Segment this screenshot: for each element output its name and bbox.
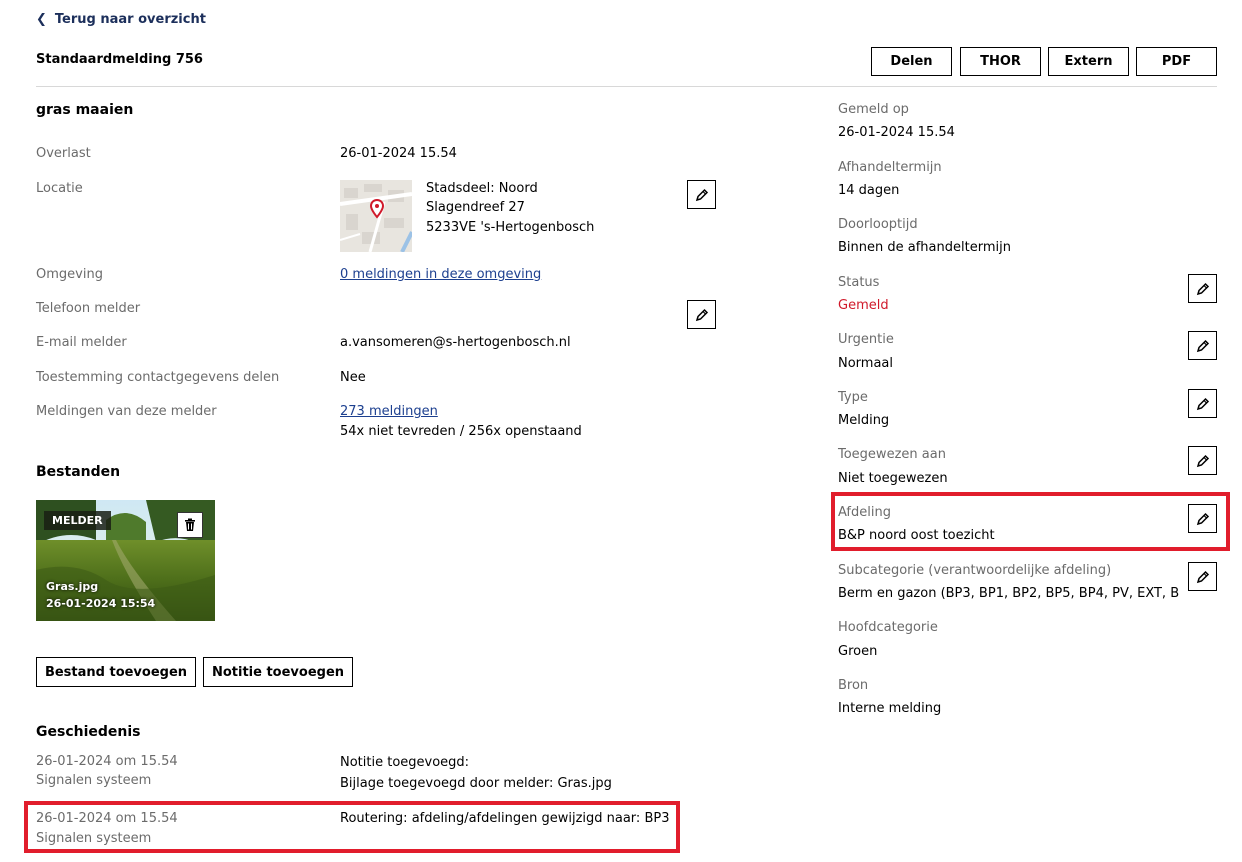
- bron-label: Bron: [838, 678, 869, 693]
- edit-type-button[interactable]: [1188, 389, 1217, 418]
- doorlooptijd-label: Doorlooptijd: [838, 217, 918, 232]
- urgentie-label: Urgentie: [838, 332, 894, 347]
- pencil-icon: [695, 188, 708, 201]
- edit-assignee-button[interactable]: [1188, 446, 1217, 475]
- back-link-label: Terug naar overzicht: [54, 12, 206, 27]
- pencil-icon: [695, 308, 708, 321]
- pencil-icon: [1196, 570, 1209, 583]
- location-district: Stadsdeel: Noord: [426, 181, 538, 196]
- pencil-icon: [1196, 339, 1209, 352]
- delete-file-button[interactable]: [177, 512, 203, 538]
- toestemming-label: Toestemming contactgegevens delen: [36, 370, 280, 385]
- bron-value: Interne melding: [838, 701, 942, 716]
- page-title: Standaardmelding 756: [36, 52, 203, 67]
- edit-subcategory-button[interactable]: [1188, 562, 1217, 591]
- thor-button[interactable]: THOR: [960, 47, 1041, 76]
- history-date: 26-01-2024 om 15.54: [36, 811, 178, 826]
- afhandeltermijn-label: Afhandeltermijn: [838, 160, 942, 175]
- omgeving-label: Omgeving: [36, 267, 103, 282]
- overlast-label: Overlast: [36, 146, 91, 161]
- chevron-left-icon: ❮: [36, 12, 47, 27]
- extern-button[interactable]: Extern: [1048, 47, 1129, 76]
- afdeling-value: B&P noord oost toezicht: [838, 528, 995, 543]
- location-city: 5233VE 's-Hertogenbosch: [426, 220, 595, 235]
- locatie-label: Locatie: [36, 181, 83, 196]
- location-map[interactable]: [340, 180, 412, 252]
- history-author: Signalen systeem: [36, 773, 152, 788]
- subcategorie-label: Subcategorie (verantwoordelijke afdeling…: [838, 563, 1112, 578]
- pencil-icon: [1196, 282, 1209, 295]
- edit-urgency-button[interactable]: [1188, 331, 1217, 360]
- telefoon-label: Telefoon melder: [36, 301, 141, 316]
- pencil-icon: [1196, 454, 1209, 467]
- type-value: Melding: [838, 413, 890, 428]
- overlast-value: 26-01-2024 15.54: [340, 146, 457, 161]
- bestanden-heading: Bestanden: [36, 464, 121, 480]
- edit-location-button[interactable]: [687, 180, 716, 209]
- share-button[interactable]: Delen: [871, 47, 952, 76]
- toegewezen-label: Toegewezen aan: [838, 447, 946, 462]
- file-date: 26-01-2024 15:54: [46, 597, 156, 610]
- pencil-icon: [1196, 512, 1209, 525]
- type-label: Type: [838, 390, 868, 405]
- email-label: E-mail melder: [36, 335, 127, 350]
- edit-department-button[interactable]: [1188, 504, 1217, 533]
- toestemming-value: Nee: [340, 370, 366, 385]
- history-action: Routering: afdeling/afdelingen gewijzigd…: [340, 811, 670, 826]
- header-divider: [36, 86, 1217, 87]
- omgeving-link[interactable]: 0 meldingen in deze omgeving: [340, 267, 541, 282]
- status-value: Gemeld: [838, 298, 889, 313]
- hoofdcategorie-label: Hoofdcategorie: [838, 620, 938, 635]
- toegewezen-value: Niet toegewezen: [838, 471, 948, 486]
- email-value: a.vansomeren@s-hertogenbosch.nl: [340, 335, 571, 350]
- afhandeltermijn-value: 14 dagen: [838, 183, 900, 198]
- history-detail: Bijlage toegevoegd door melder: Gras.jpg: [340, 776, 612, 791]
- history-action: Notitie toegevoegd:: [340, 755, 470, 770]
- subcategorie-value: Berm en gazon (BP3, BP1, BP2, BP5, BP4, …: [838, 586, 1180, 601]
- edit-phone-button[interactable]: [687, 300, 716, 329]
- meldingen-summary: 54x niet tevreden / 256x openstaand: [340, 424, 582, 439]
- file-source-badge: MELDER: [44, 511, 111, 530]
- afdeling-label: Afdeling: [838, 505, 891, 520]
- trash-icon: [185, 518, 195, 531]
- location-street: Slagendreef 27: [426, 200, 525, 215]
- status-label: Status: [838, 275, 880, 290]
- urgentie-value: Normaal: [838, 356, 894, 371]
- doorlooptijd-value: Binnen de afhandeltermijn: [838, 240, 1011, 255]
- back-link[interactable]: ❮ Terug naar overzicht: [36, 12, 206, 27]
- history-author: Signalen systeem: [36, 831, 152, 846]
- geschiedenis-heading: Geschiedenis: [36, 724, 141, 740]
- map-pin-icon: [370, 199, 384, 219]
- hoofdcategorie-value: Groen: [838, 644, 878, 659]
- add-note-button[interactable]: Notitie toevoegen: [203, 657, 353, 687]
- history-date: 26-01-2024 om 15.54: [36, 754, 178, 769]
- edit-status-button[interactable]: [1188, 274, 1217, 303]
- melding-heading: gras maaien: [36, 102, 134, 118]
- meldingen-label: Meldingen van deze melder: [36, 404, 217, 419]
- gemeld-op-value: 26-01-2024 15.54: [838, 125, 955, 140]
- file-name: Gras.jpg: [46, 580, 99, 593]
- pdf-button[interactable]: PDF: [1136, 47, 1217, 76]
- add-file-button[interactable]: Bestand toevoegen: [36, 657, 196, 687]
- pencil-icon: [1196, 397, 1209, 410]
- meldingen-link[interactable]: 273 meldingen: [340, 404, 438, 419]
- gemeld-op-label: Gemeld op: [838, 102, 909, 117]
- file-thumbnail[interactable]: MELDER Gras.jpg 26-01-2024 15:54: [36, 500, 215, 621]
